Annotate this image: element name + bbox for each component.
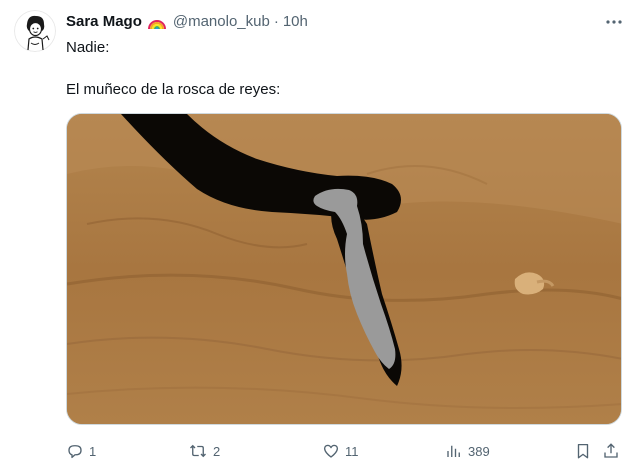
tweet-text-line: El muñeco de la rosca de reyes: <box>66 81 281 98</box>
display-name[interactable]: Sara Mago <box>66 12 142 32</box>
views-icon <box>447 445 460 457</box>
tweet-header: Sara Mago @manolo_kub · 10h <box>66 12 308 32</box>
avatar-drawing <box>14 10 56 52</box>
like-button[interactable]: 11 <box>322 440 359 462</box>
share-icon <box>604 443 618 458</box>
tweet-actions: 1 2 11 389 <box>66 440 622 462</box>
more-icon <box>606 20 622 24</box>
retweet-count: 2 <box>213 443 221 459</box>
share-button[interactable] <box>602 440 620 462</box>
separator-dot: · <box>273 13 279 30</box>
bookmark-button[interactable] <box>574 440 592 462</box>
tweet: Sara Mago @manolo_kub · 10h Nadie: El mu… <box>0 0 640 467</box>
avatar[interactable] <box>14 10 56 52</box>
rainbow-icon <box>147 14 167 30</box>
tweet-photo[interactable] <box>66 113 622 425</box>
reply-count: 1 <box>89 443 97 459</box>
tweet-text-line: Nadie: <box>66 39 110 56</box>
retweet-button[interactable]: 2 <box>188 440 220 462</box>
photo-drawing <box>67 114 621 424</box>
views-button[interactable]: 389 <box>445 440 490 462</box>
heart-icon <box>323 444 339 458</box>
reply-button[interactable]: 1 <box>66 440 96 462</box>
more-options-button[interactable] <box>604 12 624 32</box>
views-count: 389 <box>468 443 490 459</box>
like-count: 11 <box>345 443 359 459</box>
timestamp[interactable]: 10h <box>283 12 308 32</box>
bookmark-icon <box>577 443 589 459</box>
handle[interactable]: @manolo_kub <box>173 12 270 32</box>
retweet-icon <box>190 444 206 458</box>
reply-icon <box>68 445 82 459</box>
